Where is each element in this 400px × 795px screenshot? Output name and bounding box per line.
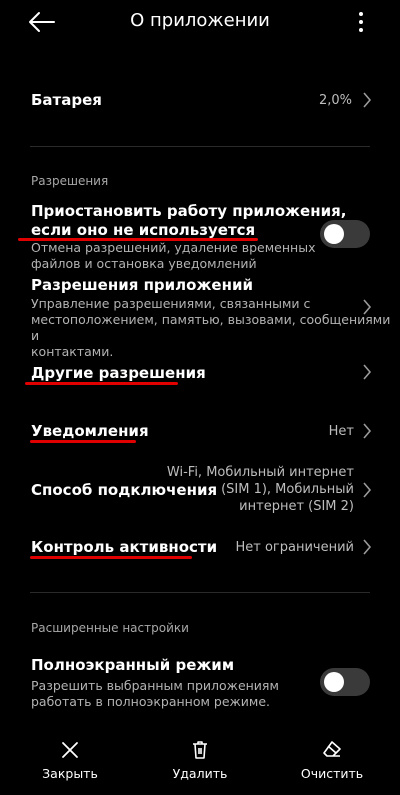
clear-button[interactable]: Очистить: [282, 740, 382, 781]
toggle-knob: [324, 224, 344, 244]
annotation-underline: [30, 556, 192, 559]
chevron-right-icon: [363, 539, 372, 555]
eraser-icon: [323, 741, 341, 757]
close-icon: [62, 742, 78, 758]
notifications-value: Нет: [328, 424, 354, 439]
fullscreen-toggle[interactable]: [320, 668, 370, 696]
page-title: О приложении: [130, 10, 270, 31]
other-permissions-title: Другие разрешения: [31, 364, 206, 382]
other-permissions-row[interactable]: Другие разрешения: [0, 356, 400, 392]
close-label: Закрыть: [42, 766, 98, 781]
toggle-knob: [324, 672, 344, 692]
section-title-advanced: Расширенные настройки: [31, 621, 189, 635]
notifications-row[interactable]: Уведомления Нет: [0, 414, 400, 450]
trash-icon: [193, 741, 207, 759]
fullscreen-row[interactable]: Полноэкранный режим Разрешить выбранным …: [0, 656, 400, 712]
divider: [30, 146, 370, 147]
app-permissions-subtitle: Управление разрешениями, связанными с ме…: [31, 296, 391, 359]
battery-value: 2,0%: [318, 93, 352, 108]
battery-row[interactable]: Батарея 2,0%: [0, 82, 400, 118]
divider: [30, 592, 370, 593]
app-permissions-row[interactable]: Разрешения приложений Управление разреше…: [0, 276, 400, 359]
annotation-underline: [25, 382, 178, 385]
delete-button[interactable]: Удалить: [150, 740, 250, 781]
more-options-button[interactable]: [354, 12, 368, 34]
chevron-right-icon: [363, 299, 372, 315]
connection-row[interactable]: Способ подключения Wi-Fi, Мобильный инте…: [0, 464, 400, 516]
close-button[interactable]: Закрыть: [20, 740, 120, 781]
battery-label: Батарея: [31, 91, 102, 109]
app-permissions-title: Разрешения приложений: [31, 276, 253, 294]
activity-value: Нет ограничений: [235, 540, 354, 555]
notifications-title: Уведомления: [31, 422, 149, 440]
pause-app-title: Приостановить работу приложения, если он…: [31, 202, 347, 239]
chevron-right-icon: [363, 92, 372, 108]
pause-app-row[interactable]: Приостановить работу приложения, если он…: [0, 200, 400, 271]
fullscreen-title: Полноэкранный режим: [31, 656, 235, 674]
fullscreen-subtitle: Разрешить выбранным приложениям работать…: [31, 678, 279, 709]
pause-app-toggle[interactable]: [320, 220, 370, 248]
pause-app-subtitle: Отмена разрешений, удаление временных фа…: [31, 240, 316, 271]
chevron-right-icon: [363, 482, 372, 498]
chevron-right-icon: [363, 364, 372, 380]
delete-label: Удалить: [172, 766, 228, 781]
clear-label: Очистить: [300, 766, 364, 781]
more-vertical-icon: [359, 12, 363, 16]
chevron-right-icon: [363, 423, 372, 439]
section-title-permissions: Разрешения: [31, 174, 109, 188]
connection-value: Wi-Fi, Мобильный интернет (SIM 1), Мобил…: [166, 465, 354, 514]
activity-row[interactable]: Контроль активности Нет ограничений: [0, 530, 400, 566]
activity-title: Контроль активности: [31, 538, 218, 556]
annotation-underline: [30, 440, 136, 443]
